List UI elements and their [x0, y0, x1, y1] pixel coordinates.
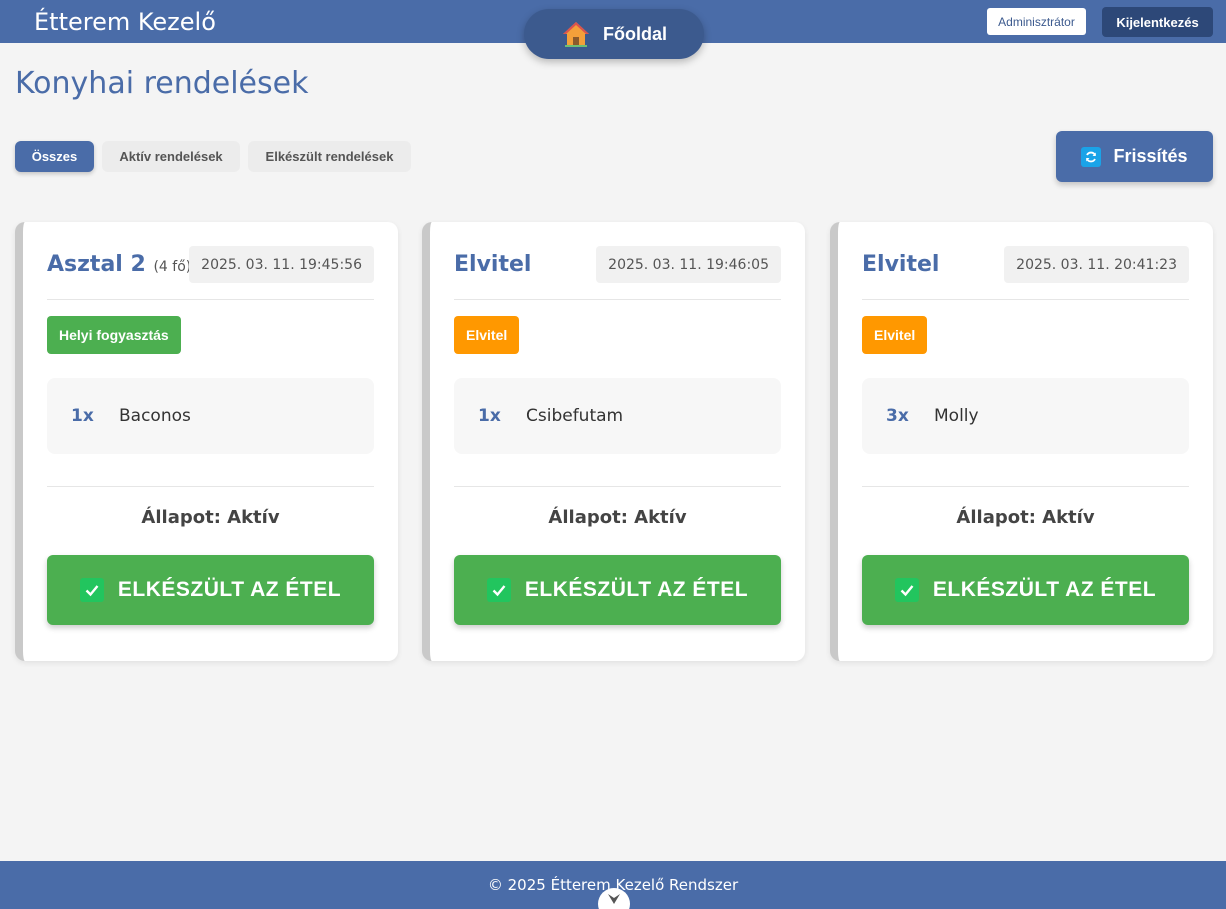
filter-all-button[interactable]: Összes: [15, 141, 94, 172]
check-icon: [894, 578, 919, 602]
order-item: 1x Csibefutam: [454, 378, 781, 454]
admin-button[interactable]: Adminisztrátor: [987, 8, 1086, 35]
mark-done-label: ELKÉSZÜLT AZ ÉTEL: [932, 578, 1157, 601]
divider: [862, 299, 1189, 300]
order-status: Állapot: Aktív: [141, 507, 280, 528]
item-quantity: 3x: [886, 406, 909, 426]
order-item: 3x Molly: [862, 378, 1189, 454]
order-item: 1x Baconos: [47, 378, 374, 454]
home-label: Főoldal: [603, 23, 667, 44]
mark-done-button[interactable]: ELKÉSZÜLT AZ ÉTEL: [862, 555, 1189, 625]
house-icon: [561, 19, 591, 49]
item-name: Molly: [934, 406, 979, 426]
filter-active-button[interactable]: Aktív rendelések: [102, 141, 240, 172]
mark-done-button[interactable]: ELKÉSZÜLT AZ ÉTEL: [47, 555, 374, 625]
item-quantity: 1x: [71, 406, 94, 426]
divider: [47, 299, 374, 300]
order-timestamp: 2025. 03. 11. 19:45:56: [189, 246, 374, 283]
order-title-text: Elvitel: [862, 252, 940, 277]
brand-title[interactable]: Étterem Kezelő: [34, 8, 216, 36]
order-timestamp: 2025. 03. 11. 20:41:23: [1004, 246, 1189, 283]
order-type-badge: Elvitel: [454, 316, 520, 354]
check-icon: [79, 578, 104, 602]
refresh-label: Frissítés: [1113, 146, 1188, 166]
order-card: Elvitel 2025. 03. 11. 19:46:05 Elvitel 1…: [422, 222, 805, 661]
refresh-button[interactable]: Frissítés: [1056, 131, 1213, 182]
order-status: Állapot: Aktív: [548, 507, 687, 528]
divider: [862, 486, 1189, 487]
mark-done-label: ELKÉSZÜLT AZ ÉTEL: [117, 578, 342, 601]
item-name: Baconos: [119, 406, 191, 426]
guest-count: (4 fő): [153, 259, 192, 275]
order-title: Asztal 2 (4 fő): [47, 252, 191, 277]
refresh-icon: [1081, 146, 1102, 167]
order-status: Állapot: Aktív: [956, 507, 1095, 528]
divider: [454, 299, 781, 300]
order-timestamp: 2025. 03. 11. 19:46:05: [596, 246, 781, 283]
order-title: Elvitel: [454, 252, 531, 277]
home-button[interactable]: Főoldal: [524, 9, 704, 59]
order-title: Elvitel: [862, 252, 939, 277]
logout-button[interactable]: Kijelentkezés: [1102, 7, 1213, 37]
chevron-down-icon: [608, 894, 620, 904]
divider: [454, 486, 781, 487]
divider: [47, 486, 374, 487]
order-type-badge: Elvitel: [862, 316, 928, 354]
top-navbar: Étterem Kezelő Főoldal Adminisztrátor Ki…: [0, 0, 1226, 59]
item-quantity: 1x: [478, 406, 501, 426]
mark-done-label: ELKÉSZÜLT AZ ÉTEL: [524, 578, 749, 601]
order-card: Elvitel 2025. 03. 11. 20:41:23 Elvitel 3…: [830, 222, 1213, 661]
page-title: Konyhai rendelések: [15, 66, 309, 101]
order-title-text: Asztal 2: [47, 252, 146, 277]
mark-done-button[interactable]: ELKÉSZÜLT AZ ÉTEL: [454, 555, 781, 625]
item-name: Csibefutam: [526, 406, 624, 426]
check-icon: [486, 578, 511, 602]
order-title-text: Elvitel: [454, 252, 532, 277]
filter-completed-button[interactable]: Elkészült rendelések: [248, 141, 411, 172]
order-card: Asztal 2 (4 fő) 2025. 03. 11. 19:45:56 H…: [15, 222, 398, 661]
order-type-badge: Helyi fogyasztás: [47, 316, 181, 354]
